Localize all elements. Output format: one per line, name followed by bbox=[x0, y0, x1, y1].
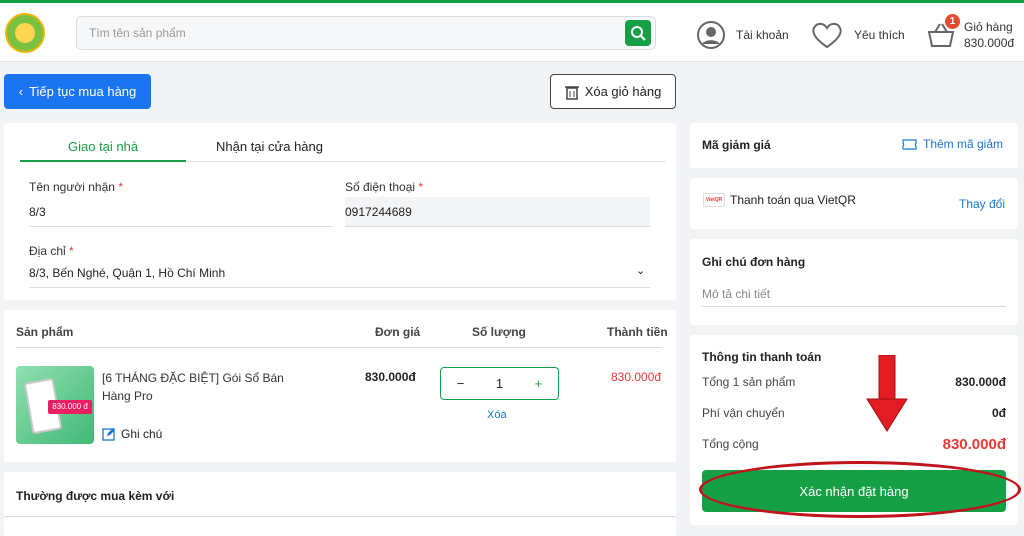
recipient-name-input[interactable]: 8/3 bbox=[29, 205, 46, 219]
address-label: Địa chỉ * bbox=[29, 244, 74, 258]
col-product: Sản phẩm bbox=[16, 325, 74, 339]
summary-title: Thông tin thanh toán bbox=[702, 350, 822, 364]
vietqr-logo: VietQR bbox=[703, 193, 725, 207]
unit-price: 830.000đ bbox=[365, 370, 416, 384]
logo[interactable] bbox=[5, 13, 45, 53]
cart-total: 830.000đ bbox=[964, 36, 1015, 50]
cart-count-badge: 1 bbox=[945, 14, 960, 29]
trash-icon bbox=[564, 85, 579, 100]
product-thumbnail[interactable] bbox=[16, 366, 94, 444]
increase-button[interactable]: + bbox=[535, 376, 543, 391]
chevron-left-icon: ‹ bbox=[18, 84, 24, 99]
tab-store-pickup[interactable]: Nhận tại cửa hàng bbox=[216, 139, 323, 154]
active-tab-indicator bbox=[20, 160, 186, 162]
shipping-label: Phí vận chuyển bbox=[702, 406, 785, 420]
change-payment-link[interactable]: Thay đổi bbox=[959, 197, 1005, 211]
clear-cart-label: Xóa giỏ hàng bbox=[584, 84, 662, 99]
clear-cart-button[interactable]: Xóa giỏ hàng bbox=[550, 74, 676, 109]
col-total: Thành tiền bbox=[607, 325, 668, 339]
addon-title: Thường được mua kèm với bbox=[16, 489, 175, 503]
tab-home-delivery[interactable]: Giao tại nhà bbox=[68, 139, 138, 154]
order-note-card: Ghi chú đơn hàng Mô tả chi tiết bbox=[690, 239, 1018, 325]
divider bbox=[29, 226, 333, 227]
note-label: Ghi chú bbox=[121, 427, 163, 441]
phone-label: Số điện thoại * bbox=[345, 180, 424, 194]
annotation-ellipse bbox=[699, 461, 1021, 518]
addon-card: Thường được mua kèm với bbox=[4, 472, 676, 536]
account-link[interactable]: Tài khoản bbox=[696, 18, 789, 52]
cart-link[interactable]: Giỏ hàng 830.000đ bbox=[926, 18, 1014, 52]
coupon-card: Mã giảm giá Thêm mã giảm bbox=[690, 123, 1018, 168]
heart-icon bbox=[812, 22, 842, 49]
add-coupon-link[interactable]: Thêm mã giảm bbox=[902, 137, 1003, 151]
recipient-name-label: Tên người nhận * bbox=[29, 180, 123, 194]
add-coupon-label: Thêm mã giảm bbox=[923, 137, 1004, 151]
quantity-value[interactable]: 1 bbox=[496, 376, 503, 391]
top-bar: Tìm tên sản phẩm Tài khoản Yêu thích Giỏ… bbox=[0, 0, 1024, 62]
wishlist-label: Yêu thích bbox=[854, 28, 905, 42]
decrease-button[interactable]: − bbox=[457, 376, 465, 391]
delivery-card: Giao tại nhà Nhận tại cửa hàng Tên người… bbox=[4, 123, 676, 300]
search-input[interactable]: Tìm tên sản phẩm bbox=[89, 26, 186, 40]
line-total: 830.000đ bbox=[611, 370, 662, 384]
delivery-tabs: Giao tại nhà Nhận tại cửa hàng bbox=[20, 132, 666, 162]
search-button[interactable] bbox=[625, 20, 651, 46]
edit-icon bbox=[102, 428, 115, 441]
order-note-input[interactable]: Mô tả chi tiết bbox=[702, 287, 770, 301]
chevron-down-icon[interactable]: ⌄ bbox=[636, 264, 645, 277]
subtotal-value: 830.000đ bbox=[955, 375, 1006, 389]
divider bbox=[702, 306, 1006, 307]
coupon-label: Mã giảm giá bbox=[702, 138, 771, 152]
remove-item-link[interactable]: Xóa bbox=[487, 409, 507, 421]
divider bbox=[4, 516, 676, 517]
wishlist-link[interactable]: Yêu thích bbox=[810, 18, 905, 52]
grand-total-value: 830.000đ bbox=[942, 436, 1006, 453]
user-icon bbox=[697, 21, 725, 49]
divider bbox=[29, 287, 650, 288]
shipping-value: 0đ bbox=[991, 406, 1006, 420]
col-qty: Số lượng bbox=[472, 325, 526, 339]
address-select[interactable]: 8/3, Bến Nghé, Quận 1, Hồ Chí Minh bbox=[29, 266, 225, 280]
product-name[interactable]: [6 THÁNG ĐẶC BIỆT] Gói Sổ Bán Hàng Pro bbox=[102, 369, 284, 405]
phone-input[interactable]: 0917244689 bbox=[345, 205, 412, 219]
annotation-arrow-icon bbox=[866, 355, 908, 432]
order-note-title: Ghi chú đơn hàng bbox=[702, 255, 806, 269]
divider bbox=[345, 226, 650, 227]
payment-card: VietQR Thanh toán qua VietQR Thay đổi bbox=[690, 178, 1018, 229]
account-label: Tài khoản bbox=[736, 28, 789, 42]
payment-method-label: Thanh toán qua VietQR bbox=[730, 193, 856, 207]
subtotal-label: Tổng 1 sản phẩm bbox=[702, 375, 796, 389]
continue-shopping-button[interactable]: ‹ Tiếp tục mua hàng bbox=[4, 74, 151, 109]
quantity-stepper: − 1 + bbox=[440, 367, 559, 400]
col-price: Đơn giá bbox=[375, 325, 421, 339]
search-icon bbox=[631, 26, 646, 41]
grand-total-label: Tổng cộng bbox=[702, 437, 759, 451]
note-button[interactable]: Ghi chú bbox=[102, 427, 162, 441]
ticket-icon bbox=[902, 138, 917, 150]
search-bar: Tìm tên sản phẩm bbox=[76, 16, 656, 50]
cart-card: Sản phẩm Đơn giá Số lượng Thành tiền [6 … bbox=[4, 310, 676, 462]
continue-shopping-label: Tiếp tục mua hàng bbox=[29, 84, 137, 99]
divider bbox=[16, 347, 662, 348]
cart-label: Giỏ hàng bbox=[964, 20, 1013, 34]
